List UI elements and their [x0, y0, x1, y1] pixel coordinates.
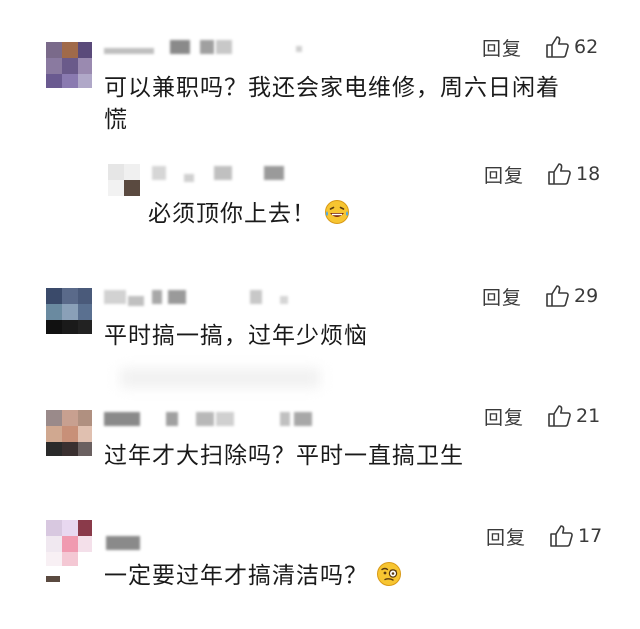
skeptical-face-emoji-icon	[377, 562, 401, 586]
reply-button[interactable]: 回复	[484, 403, 524, 430]
reply-button[interactable]: 回复	[482, 34, 522, 61]
comment-2: 回复 18 必须顶你上去！	[0, 150, 640, 260]
reply-button[interactable]: 回复	[484, 161, 524, 188]
avatar[interactable]	[46, 410, 92, 456]
comment-text-body: 过年才大扫除吗？平时一直搞卫生	[104, 443, 464, 469]
comment-3: 回复 29 平时搞一搞，过年少烦恼	[0, 270, 640, 390]
comment-actions: 回复 29	[482, 282, 598, 310]
comment-5: 回复 17 一定要过年才搞清洁吗？	[0, 510, 640, 629]
comment-text-line: 慌	[104, 107, 128, 133]
comment-text: 必须顶你上去！	[148, 198, 350, 230]
comment-text: 可以兼职吗？我还会家电维修，周六日闲着 慌	[104, 72, 560, 136]
like-button[interactable]: 29	[544, 283, 598, 309]
thumbs-up-icon	[546, 36, 569, 58]
comment-text-body: 必须顶你上去！	[148, 201, 316, 227]
comment-actions: 回复 62	[482, 33, 598, 61]
reply-button[interactable]: 回复	[482, 283, 522, 310]
comment-text: 平时搞一搞，过年少烦恼	[104, 320, 368, 352]
username-blurred[interactable]	[106, 536, 146, 550]
comment-text-line: 可以兼职吗？我还会家电维修，周六日闲着	[104, 75, 560, 101]
username-blurred[interactable]	[104, 412, 314, 426]
like-button[interactable]: 18	[546, 161, 600, 187]
thumbs-up-icon	[548, 405, 571, 427]
comment-4: 回复 21 过年才大扫除吗？平时一直搞卫生	[0, 392, 640, 502]
comment-actions: 回复 17	[486, 522, 602, 550]
username-blurred[interactable]	[152, 166, 292, 182]
comment-actions: 回复 18	[484, 160, 600, 188]
username-blurred[interactable]	[104, 290, 294, 306]
comment-1: 回复 62 可以兼职吗？我还会家电维修，周六日闲着 慌	[0, 0, 640, 150]
comment-text-body: 一定要过年才搞清洁吗？	[104, 563, 368, 589]
comment-text: 过年才大扫除吗？平时一直搞卫生	[104, 440, 464, 472]
thumbs-up-icon	[550, 525, 573, 547]
like-button[interactable]: 62	[544, 34, 598, 60]
thumbs-up-icon	[546, 285, 569, 307]
comment-actions: 回复 21	[484, 402, 600, 430]
like-count: 17	[578, 525, 603, 547]
blurred-area	[120, 368, 320, 388]
comment-text: 一定要过年才搞清洁吗？	[104, 560, 402, 592]
comment-text-body: 平时搞一搞，过年少烦恼	[104, 323, 368, 349]
avatar[interactable]	[108, 164, 140, 196]
thumbs-up-icon	[548, 163, 571, 185]
avatar[interactable]	[46, 520, 92, 582]
avatar[interactable]	[46, 42, 92, 88]
like-count: 29	[574, 285, 599, 307]
laughing-tears-emoji-icon	[325, 200, 349, 224]
username-blurred[interactable]	[104, 40, 304, 54]
like-button[interactable]: 17	[548, 523, 602, 549]
like-count: 18	[576, 163, 601, 185]
reply-button[interactable]: 回复	[486, 523, 526, 550]
like-count: 62	[574, 36, 599, 58]
like-count: 21	[576, 405, 601, 427]
like-button[interactable]: 21	[546, 403, 600, 429]
avatar[interactable]	[46, 288, 92, 334]
